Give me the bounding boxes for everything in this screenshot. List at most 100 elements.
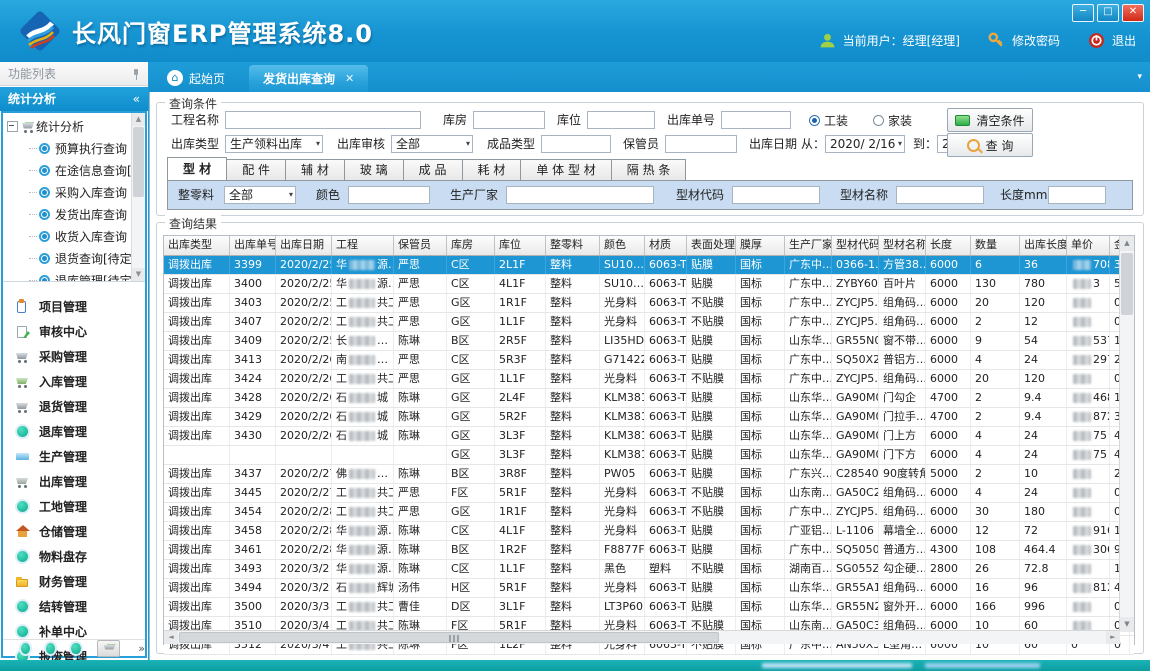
sidebar-item-cart[interactable]: 采购管理 xyxy=(3,344,145,369)
tree-item[interactable]: 发货出库查询 xyxy=(3,203,131,225)
table-row[interactable]: 调拨出库34092020/2/25长…陈琳B区2R5F整料LI35HD6063-… xyxy=(164,332,1134,351)
tree-expand-icon[interactable] xyxy=(7,121,18,132)
radio-gongzhuang[interactable]: 工装 xyxy=(809,111,848,129)
table-vscroll-thumb[interactable] xyxy=(1121,253,1133,315)
column-header[interactable]: 出库长度 xyxy=(1020,236,1067,255)
table-row[interactable]: 调拨出库34612020/2/28华源…陈琳B区1R2F整料F8877FT606… xyxy=(164,541,1134,560)
column-header[interactable]: 型材名称 xyxy=(879,236,926,255)
length-input[interactable] xyxy=(1048,186,1106,204)
scroll-right-icon[interactable]: ► xyxy=(132,281,145,282)
sidebar-item-cart-in[interactable]: 入库管理 xyxy=(3,369,145,394)
sidebar-item-cart-out[interactable]: 出库管理 xyxy=(3,469,145,494)
material-tab[interactable]: 型 材 xyxy=(167,157,227,181)
sidebar-item-dot[interactable]: 退库管理 xyxy=(3,419,145,444)
color-input[interactable] xyxy=(348,186,430,204)
sidebar-item-dot[interactable]: 工地管理 xyxy=(3,494,145,519)
column-header[interactable]: 库位 xyxy=(495,236,546,255)
column-header[interactable]: 出库日期 xyxy=(276,236,332,255)
table-vertical-scrollbar[interactable]: ▲ ▼ xyxy=(1119,236,1134,632)
table-row[interactable]: 调拨出库34452020/2/27工共工程严思F区5R1F整料光身料6063-T… xyxy=(164,484,1134,503)
material-tab[interactable]: 辅 材 xyxy=(286,159,345,181)
material-tab[interactable]: 玻 璃 xyxy=(345,159,404,181)
date-from-select[interactable]: 2020/ 2/16▾ xyxy=(825,135,905,153)
tree-item[interactable]: 在途信息查询[待 xyxy=(3,159,131,181)
table-row[interactable]: 调拨出库34302020/2/26石城陈琳G区3L3F整料KLM38176063… xyxy=(164,427,1134,446)
module-dot-icon[interactable] xyxy=(21,643,30,654)
profile-code-input[interactable] xyxy=(732,186,820,204)
column-header[interactable]: 膜厚 xyxy=(736,236,785,255)
column-header[interactable]: 整零料 xyxy=(546,236,600,255)
table-row[interactable]: 调拨出库34282020/2/26石城陈琳G区2L4F整料KLM38176063… xyxy=(164,389,1134,408)
tree-item[interactable]: 采购入库查询 xyxy=(3,181,131,203)
table-row[interactable]: G区3L3F整料KLM38176063-T5贴膜国标山东华…GA90M09.门下… xyxy=(164,446,1134,465)
table-row[interactable]: 调拨出库34292020/2/26石城陈琳G区5R2F整料KLM38176063… xyxy=(164,408,1134,427)
sidebar-item-note[interactable]: 审核中心 xyxy=(3,319,145,344)
table-row[interactable]: 调拨出库34032020/2/25工共工程严思G区1R1F整料光身料6063-T… xyxy=(164,294,1134,313)
table-row[interactable]: 调拨出库34932020/3/2华源…陈琳C区1L1F整料黑色塑料不贴膜国标湖南… xyxy=(164,560,1134,579)
tree-vertical-scrollbar[interactable]: ▲ ▼ xyxy=(131,113,145,281)
scroll-down-icon[interactable]: ▼ xyxy=(132,268,145,281)
clear-conditions-button[interactable]: 清空条件 xyxy=(947,108,1033,132)
tree-item[interactable]: 预算执行查询 xyxy=(3,137,131,159)
table-row[interactable]: 调拨出库35002020/3/3工共工程曹佳D区3L1F整料LT3P606063… xyxy=(164,598,1134,617)
cart-module-button[interactable] xyxy=(97,640,121,657)
keeper-input[interactable] xyxy=(665,135,737,153)
scroll-up-icon[interactable]: ▲ xyxy=(132,113,145,126)
location-input[interactable] xyxy=(587,111,655,129)
tab-shipping-outbound-query[interactable]: 发货出库查询 ✕ xyxy=(249,65,368,92)
sidebar-item-cart-return[interactable]: 退货管理 xyxy=(3,394,145,419)
scroll-left-icon[interactable]: ◄ xyxy=(164,631,178,644)
module-dot-icon[interactable] xyxy=(46,643,55,654)
close-button[interactable]: ✕ xyxy=(1122,4,1144,22)
column-header[interactable]: 工程 xyxy=(332,236,394,255)
material-tab[interactable]: 单 体 型 材 xyxy=(521,159,611,181)
sidebar-item-machine[interactable]: 生产管理 xyxy=(3,444,145,469)
tree-item[interactable]: 收货入库查询 xyxy=(3,225,131,247)
table-hscroll-thumb[interactable] xyxy=(179,632,719,643)
column-header[interactable]: 材质 xyxy=(645,236,687,255)
table-row[interactable]: 调拨出库33992020/2/25华源…严思C区2L1F整料SU10…6063-… xyxy=(164,256,1134,275)
table-row[interactable]: 调拨出库34242020/2/26工共工程严思G区1L1F整料光身料6063-T… xyxy=(164,370,1134,389)
minimize-button[interactable]: ─ xyxy=(1072,4,1094,22)
scroll-down-icon[interactable]: ▼ xyxy=(1120,617,1134,632)
sidebar-item-clipboard[interactable]: 项目管理 xyxy=(3,294,145,319)
column-header[interactable]: 出库单号 xyxy=(230,236,276,255)
table-row[interactable]: 调拨出库34582020/2/28华源…陈琳C区4L1F整料光身料6063-T5… xyxy=(164,522,1134,541)
material-tab[interactable]: 配 件 xyxy=(227,159,286,181)
table-row[interactable]: 调拨出库34542020/2/28工共工程严思G区1R1F整料光身料6063-T… xyxy=(164,503,1134,522)
project-name-input[interactable] xyxy=(225,111,421,129)
column-header[interactable]: 保管员 xyxy=(394,236,447,255)
audit-select[interactable]: 全部▾ xyxy=(391,135,473,153)
more-modules-chevron[interactable]: » xyxy=(138,642,145,655)
tree-vscroll-thumb[interactable] xyxy=(133,127,144,197)
outbound-no-input[interactable] xyxy=(721,111,791,129)
tree-item[interactable]: 退货查询[待定] xyxy=(3,247,131,269)
pin-icon[interactable] xyxy=(132,69,140,80)
scroll-up-icon[interactable]: ▲ xyxy=(1120,236,1134,251)
outbound-type-select[interactable]: 生产领料出库▾ xyxy=(225,135,323,153)
tab-list-dropdown-icon[interactable]: ▾ xyxy=(1137,72,1142,82)
sidebar-item-folder[interactable]: 财务管理 xyxy=(3,569,145,594)
material-tab[interactable]: 耗 材 xyxy=(463,159,522,181)
warehouse-input[interactable] xyxy=(473,111,545,129)
table-row[interactable]: 调拨出库34072020/2/25工共工程严思G区1L1F整料光身料6063-T… xyxy=(164,313,1134,332)
column-header[interactable]: 出库类型 xyxy=(164,236,230,255)
product-type-input[interactable] xyxy=(541,135,611,153)
whole-part-select[interactable]: 全部▾ xyxy=(224,186,296,204)
tree-root-statistics[interactable]: 统计分析 xyxy=(3,115,131,137)
collapse-icon[interactable]: « xyxy=(133,87,140,111)
column-header[interactable]: 表面处理 xyxy=(687,236,736,255)
table-row[interactable]: 调拨出库34372020/2/27佛…陈琳B区3R8F整料PW056063-T5… xyxy=(164,465,1134,484)
column-header[interactable]: 数量 xyxy=(971,236,1020,255)
tab-home[interactable]: ⌂ 起始页 xyxy=(155,66,237,90)
manufacturer-input[interactable] xyxy=(506,186,654,204)
search-button[interactable]: 查 询 xyxy=(947,133,1033,157)
scroll-right-icon[interactable]: ► xyxy=(1106,631,1120,644)
tab-close-icon[interactable]: ✕ xyxy=(345,72,354,85)
table-row[interactable]: 调拨出库34942020/3/2石辉城汤伟H区5R1F整料光身料6063-T5贴… xyxy=(164,579,1134,598)
tree-horizontal-scrollbar[interactable]: ◄ ► xyxy=(3,281,145,282)
change-password-link[interactable]: 修改密码 xyxy=(1012,32,1060,49)
sidebar-item-dot[interactable]: 物料盘存 xyxy=(3,544,145,569)
column-header[interactable]: 生产厂家 xyxy=(785,236,832,255)
column-header[interactable]: 长度 xyxy=(926,236,971,255)
